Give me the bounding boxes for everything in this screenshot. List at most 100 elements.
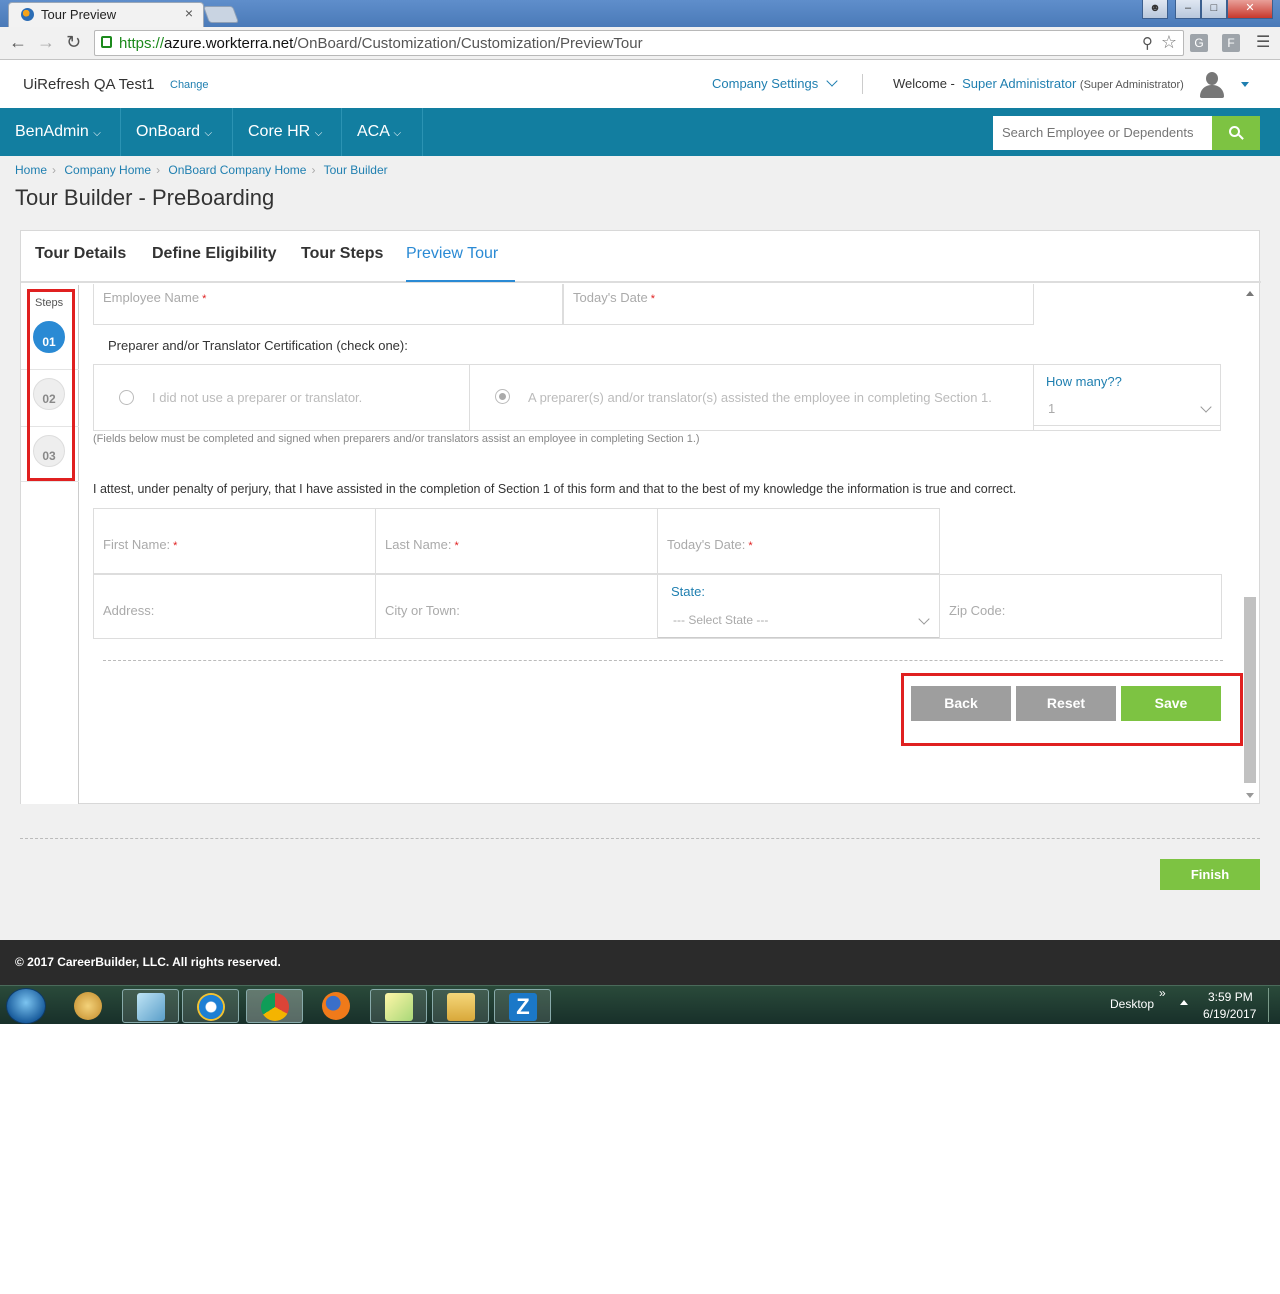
nav-benadmin[interactable]: BenAdmin ⌵ [0,108,121,156]
site-favicon-icon [21,8,34,21]
radio-no-preparer[interactable] [119,390,134,405]
option-preparer[interactable]: A preparer(s) and/or translator(s) assis… [469,364,1034,431]
search-input[interactable] [993,116,1213,150]
state-field: State: --- Select State --- [657,574,940,639]
page-title: Tour Builder - PreBoarding [15,185,275,210]
breadcrumb-onboard-company-home[interactable]: OnBoard Company Home [168,163,306,177]
first-name-field[interactable]: First Name: * [93,508,376,574]
user-name-link[interactable]: Super Administrator [962,76,1076,91]
todays-date-preparer-field[interactable]: Today's Date: * [657,508,940,574]
user-profile-icon[interactable]: ☻ [1142,0,1168,19]
key-icon[interactable]: ⚲ [1142,34,1153,52]
maximize-icon[interactable]: □ [1201,0,1227,19]
nav-aca[interactable]: ACA ⌵ [342,108,423,156]
company-settings-menu[interactable]: Company Settings [712,75,838,91]
chevron-down-icon [1200,401,1212,413]
bookmark-star-icon[interactable]: ☆ [1161,32,1177,53]
firefox-app-icon[interactable] [308,989,365,1023]
reload-icon[interactable]: ↻ [66,32,81,53]
employee-name-field[interactable]: Employee Name * [93,284,563,325]
finish-button[interactable]: Finish [1160,859,1260,890]
header-divider [862,74,863,94]
state-label: State: [671,584,705,599]
browser-toolbar: ← → ↻ https://azure.workterra.net/OnBoar… [0,27,1280,60]
tab-tour-steps[interactable]: Tour Steps [301,245,383,263]
browser-tab[interactable]: Tour Preview × [8,2,204,27]
zip-code-field[interactable]: Zip Code: [939,574,1222,639]
z-app-icon[interactable]: Z [494,989,551,1023]
window-close-icon[interactable]: ✕ [1227,0,1273,19]
browser-tabstrip: Tour Preview × ☻ – □ ✕ [0,0,1280,27]
chrome-app-icon[interactable] [246,989,303,1023]
chevron-down-icon: ⌵ [393,128,402,139]
form-scrollbar[interactable] [1243,285,1260,804]
browser-menu-icon[interactable]: ☰ [1256,32,1270,52]
scroll-up-icon[interactable] [1246,291,1254,296]
tab-define-eligibility[interactable]: Define Eligibility [152,245,276,263]
tour-tabs: Tour Details Define Eligibility Tour Ste… [21,231,1261,283]
tab-tour-details[interactable]: Tour Details [35,245,126,263]
breadcrumb: Home › Company Home › OnBoard Company Home… [15,163,388,177]
close-tab-icon[interactable]: × [185,5,193,21]
state-select[interactable]: --- Select State --- [658,605,939,638]
show-desktop-button[interactable] [1268,988,1278,1022]
scroll-down-icon[interactable] [1246,793,1254,798]
todays-date-label: Today's Date [573,290,648,305]
file-explorer-icon[interactable] [432,989,489,1023]
clock-date[interactable]: 6/19/2017 [1203,1007,1256,1021]
chevron-down-icon [826,75,838,87]
paint-app-icon[interactable] [60,989,117,1023]
change-company-link[interactable]: Change [170,79,209,91]
sticky-notes-icon[interactable] [370,989,427,1023]
back-arrow-icon[interactable]: ← [9,32,27,53]
user-menu-caret-icon[interactable] [1241,82,1249,87]
city-field[interactable]: City or Town: [375,574,658,639]
desktop-toolbar-label[interactable]: Desktop [1110,997,1154,1011]
breadcrumb-tour-builder[interactable]: Tour Builder [324,163,388,177]
windows-start-icon[interactable] [6,988,46,1024]
app-header: UiRefresh QA Test1 Change Company Settin… [0,60,1280,108]
active-tab-indicator [406,280,515,282]
new-tab-button[interactable] [202,6,240,23]
browser-tab-title: Tour Preview [41,7,117,22]
internet-explorer-icon[interactable] [182,989,239,1023]
breadcrumb-company-home[interactable]: Company Home [64,163,151,177]
show-hidden-icons-icon[interactable] [1180,1000,1188,1005]
chevron-down-icon: ⌵ [314,128,323,139]
os-taskbar: Z Desktop » 3:59 PM 6/19/2017 [0,985,1280,1024]
address-field[interactable]: Address: [93,574,376,639]
page-divider [20,838,1260,839]
extension-g-icon[interactable]: G [1190,34,1208,52]
forward-arrow-icon[interactable]: → [37,32,55,53]
how-many-field: How many?? 1 [1034,364,1221,431]
minimize-icon[interactable]: – [1175,0,1201,19]
toolbar-expand-icon[interactable]: » [1159,986,1166,1000]
scroll-thumb[interactable] [1244,597,1256,783]
chevron-down-icon: ⌵ [93,128,101,139]
last-name-field[interactable]: Last Name: * [375,508,658,574]
footer: © 2017 CareerBuilder, LLC. All rights re… [0,940,1280,985]
how-many-select[interactable]: 1 [1034,393,1220,426]
notes-app-icon[interactable] [122,989,179,1023]
avatar[interactable] [1198,71,1226,99]
secure-lock-icon [101,36,112,48]
todays-date-field[interactable]: Today's Date * [563,284,1034,325]
radio-preparer[interactable] [495,389,510,404]
breadcrumb-home[interactable]: Home [15,163,47,177]
address-bar[interactable]: https://azure.workterra.net/OnBoard/Cust… [94,30,1184,56]
tab-preview-tour[interactable]: Preview Tour [406,245,498,263]
clock-time[interactable]: 3:59 PM [1208,990,1253,1004]
option-no-preparer[interactable]: I did not use a preparer or translator. [93,364,470,431]
state-placeholder: --- Select State --- [673,613,769,627]
how-many-label: How many?? [1046,374,1122,389]
city-label: City or Town: [385,603,460,618]
url-text: https://azure.workterra.net/OnBoard/Cust… [119,35,643,52]
z-app-label: Z [509,993,537,1021]
extension-f-icon[interactable]: F [1222,34,1240,52]
nav-corehr[interactable]: Core HR ⌵ [233,108,342,156]
certification-heading: Preparer and/or Translator Certification… [108,338,408,353]
search-button[interactable] [1212,116,1260,150]
steps-highlight-box [27,289,75,481]
nav-onboard[interactable]: OnBoard ⌵ [121,108,233,156]
first-name-label: First Name: [103,537,171,552]
